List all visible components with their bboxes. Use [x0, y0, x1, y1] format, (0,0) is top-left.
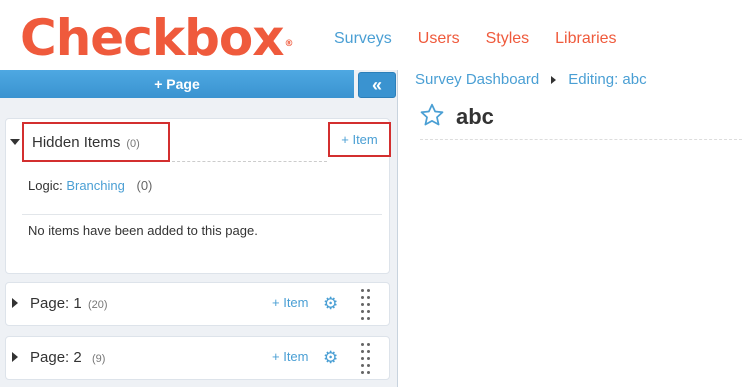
survey-title: abc [456, 104, 494, 129]
caret-down-icon[interactable] [10, 139, 20, 145]
empty-message: No items have been added to this page. [28, 223, 258, 238]
nav-surveys[interactable]: Surveys [334, 30, 392, 48]
nav-styles[interactable]: Styles [486, 30, 530, 48]
nav-libraries[interactable]: Libraries [555, 30, 616, 48]
page-row-2[interactable]: Page: 2 (9) + Item ⚙ [5, 336, 390, 380]
branching-link[interactable]: Branching [66, 178, 125, 193]
page-list-panel: + Page « Hidden Items (0) + Item Logic: … [0, 70, 398, 387]
page-item-count: (20) [88, 299, 108, 311]
collapse-icon: « [371, 74, 382, 95]
add-item-button[interactable]: + Item [328, 122, 391, 157]
gear-icon[interactable]: ⚙ [323, 295, 338, 313]
page-title: Page: 1 [30, 295, 82, 312]
breadcrumb-survey-dashboard[interactable]: Survey Dashboard [415, 71, 539, 88]
divider [22, 214, 382, 215]
logic-label: Logic: [28, 178, 63, 193]
drag-handle-icon[interactable] [360, 341, 372, 375]
page-item-count: (9) [92, 353, 106, 365]
breadcrumb-editing[interactable]: Editing: abc [568, 71, 646, 88]
drag-handle-icon[interactable] [360, 287, 372, 321]
collapse-panel-button[interactable]: « [358, 72, 396, 98]
top-nav: Surveys Users Styles Libraries [334, 30, 643, 48]
divider [172, 161, 327, 162]
page-row-1[interactable]: Page: 1 (20) + Item ⚙ [5, 282, 390, 326]
hidden-items-count: (0) [126, 137, 140, 150]
logo-text: Checkbox [20, 9, 284, 67]
star-icon[interactable] [419, 102, 445, 128]
caret-right-icon[interactable] [12, 298, 18, 308]
checkbox-logo[interactable]: Checkbox® [20, 8, 293, 68]
add-item-button[interactable]: + Item [272, 349, 309, 364]
caret-right-icon[interactable] [12, 352, 18, 362]
registered-mark: ® [284, 39, 293, 49]
page-title: Page: 2 [30, 349, 82, 366]
divider [420, 139, 742, 140]
logic-row: Logic: Branching (0) [28, 178, 152, 193]
add-item-button[interactable]: + Item [272, 295, 309, 310]
hidden-items-section: Hidden Items (0) + Item Logic: Branching… [5, 118, 391, 274]
breadcrumb: Survey Dashboard Editing: abc [415, 71, 647, 88]
add-page-button[interactable]: + Page [0, 70, 354, 98]
hidden-items-header[interactable]: Hidden Items (0) [22, 122, 170, 162]
nav-users[interactable]: Users [418, 30, 460, 48]
hidden-items-title: Hidden Items [32, 133, 121, 151]
breadcrumb-separator-icon [551, 75, 557, 84]
logic-count: (0) [136, 178, 153, 193]
gear-icon[interactable]: ⚙ [323, 349, 338, 367]
